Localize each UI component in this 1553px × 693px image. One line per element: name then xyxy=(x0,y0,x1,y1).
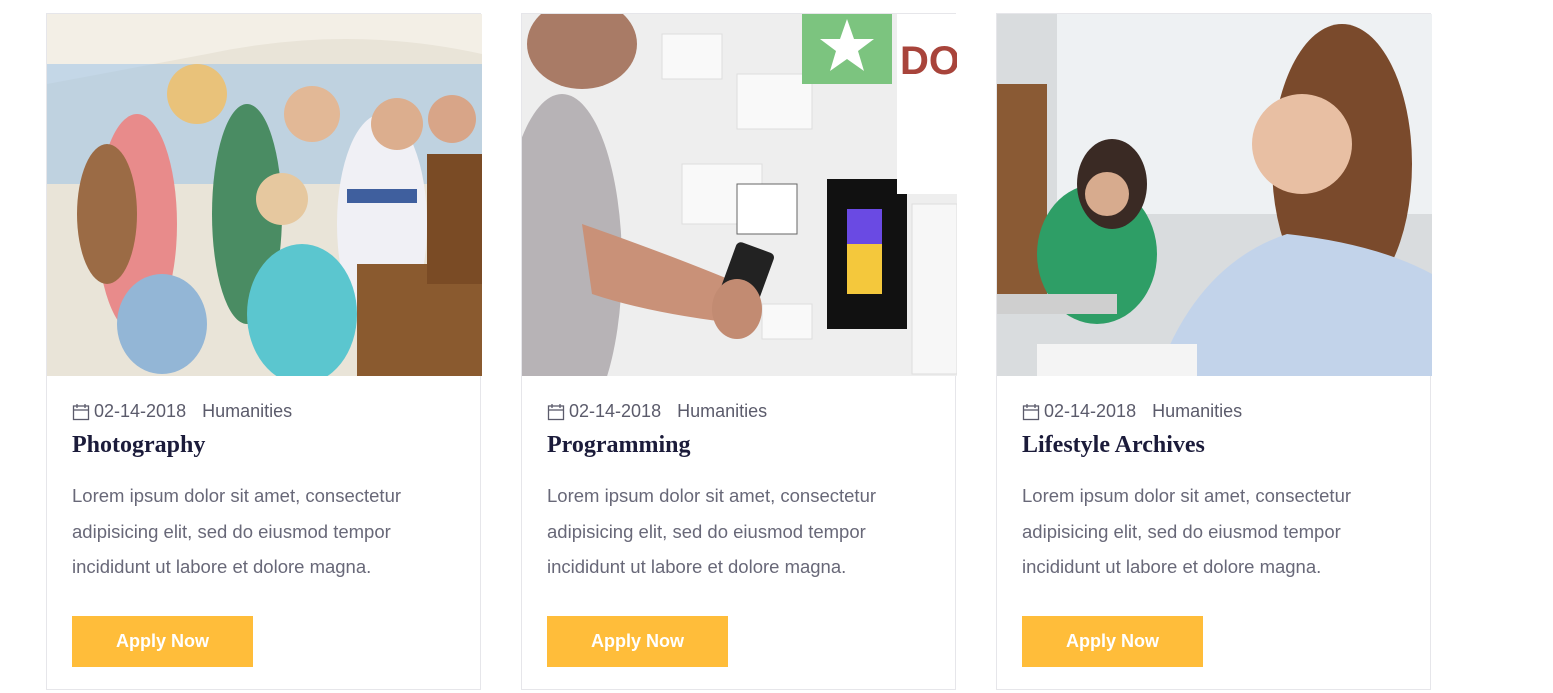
course-image[interactable]: DON LOO BAC xyxy=(522,14,957,376)
calendar-icon xyxy=(72,403,90,420)
post-category[interactable]: Humanities xyxy=(1152,401,1242,422)
course-card: 02-14-2018 Humanities Photography Lorem … xyxy=(46,13,482,690)
post-date: 02-14-2018 xyxy=(569,401,662,421)
apply-now-button[interactable]: Apply Now xyxy=(547,616,728,667)
apply-now-button[interactable]: Apply Now xyxy=(1022,616,1203,667)
course-card: 02-14-2018 Humanities Lifestyle Archives… xyxy=(996,13,1432,690)
calendar-icon xyxy=(547,403,565,420)
course-description: Lorem ipsum dolor sit amet, consectetur … xyxy=(72,485,402,577)
post-category[interactable]: Humanities xyxy=(677,401,767,422)
post-category[interactable]: Humanities xyxy=(202,401,292,422)
apply-now-button[interactable]: Apply Now xyxy=(72,616,253,667)
wall-sign-text: DON LOO BAC xyxy=(900,39,957,83)
course-title[interactable]: Programming xyxy=(547,432,691,459)
course-title[interactable]: Photography xyxy=(72,432,205,459)
post-date: 02-14-2018 xyxy=(1044,401,1137,421)
post-date: 02-14-2018 xyxy=(94,401,187,421)
course-description: Lorem ipsum dolor sit amet, consectetur … xyxy=(1022,485,1352,577)
course-card: DON LOO BAC 02-14-2018 Humanities Progra… xyxy=(521,13,957,690)
course-image[interactable] xyxy=(47,14,482,376)
course-title[interactable]: Lifestyle Archives xyxy=(1022,432,1205,459)
post-meta: 02-14-2018 Humanities xyxy=(547,401,767,422)
calendar-icon xyxy=(1022,403,1040,420)
course-image[interactable] xyxy=(997,14,1432,376)
course-description: Lorem ipsum dolor sit amet, consectetur … xyxy=(547,485,877,577)
post-meta: 02-14-2018 Humanities xyxy=(72,401,292,422)
post-meta: 02-14-2018 Humanities xyxy=(1022,401,1242,422)
